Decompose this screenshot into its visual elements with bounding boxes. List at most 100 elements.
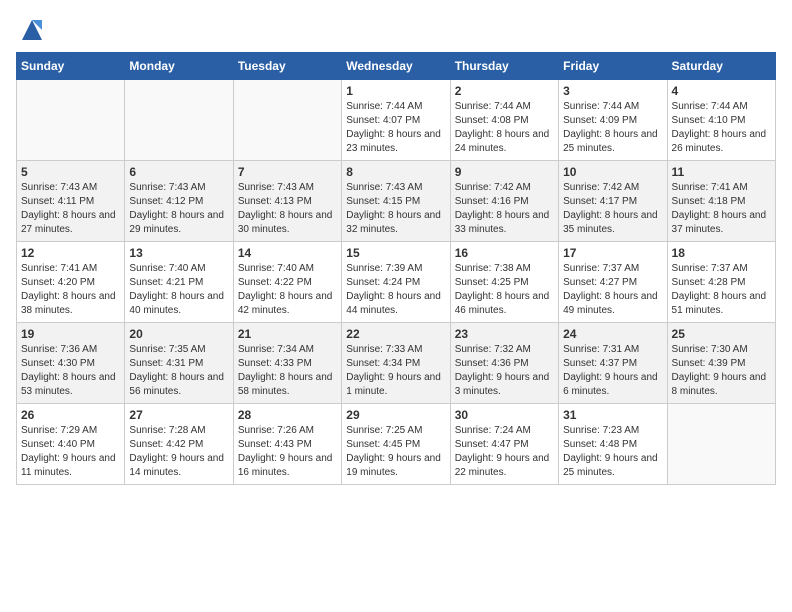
calendar-cell: 23 Sunrise: 7:32 AM Sunset: 4:36 PM Dayli… xyxy=(450,323,558,404)
calendar-cell: 5 Sunrise: 7:43 AM Sunset: 4:11 PM Daylig… xyxy=(17,161,125,242)
day-number: 5 xyxy=(21,165,120,179)
day-info: Sunrise: 7:31 AM Sunset: 4:37 PM Dayligh… xyxy=(563,343,662,399)
weekday-header-wednesday: Wednesday xyxy=(342,53,450,80)
day-number: 26 xyxy=(21,408,120,422)
weekday-header-tuesday: Tuesday xyxy=(233,53,341,80)
day-number: 7 xyxy=(238,165,337,179)
calendar-cell: 21 Sunrise: 7:34 AM Sunset: 4:33 PM Dayli… xyxy=(233,323,341,404)
calendar-cell: 20 Sunrise: 7:35 AM Sunset: 4:31 PM Dayli… xyxy=(125,323,233,404)
calendar-cell: 26 Sunrise: 7:29 AM Sunset: 4:40 PM Dayli… xyxy=(17,404,125,485)
calendar-cell: 9 Sunrise: 7:42 AM Sunset: 4:16 PM Daylig… xyxy=(450,161,558,242)
calendar-cell: 2Sunrise: 7:44 AM Sunset: 4:08 PM Daylig… xyxy=(450,80,558,161)
day-info: Sunrise: 7:37 AM Sunset: 4:28 PM Dayligh… xyxy=(672,262,771,318)
week-row-4: 19Sunrise: 7:36 AM Sunset: 4:30 PM Dayli… xyxy=(17,323,776,404)
day-number: 10 xyxy=(563,165,662,179)
day-info: Sunrise: 7:44 AM Sunset: 4:10 PM Dayligh… xyxy=(672,100,771,156)
calendar-cell xyxy=(125,80,233,161)
day-number: 6 xyxy=(129,165,228,179)
day-info: Sunrise: 7:38 AM Sunset: 4:25 PM Dayligh… xyxy=(455,262,554,318)
day-info: Sunrise: 7:43 AM Sunset: 4:11 PM Dayligh… xyxy=(21,181,120,237)
day-number: 15 xyxy=(346,246,445,260)
day-info: Sunrise: 7:24 AM Sunset: 4:47 PM Dayligh… xyxy=(455,424,554,480)
calendar-cell: 6 Sunrise: 7:43 AM Sunset: 4:12 PM Daylig… xyxy=(125,161,233,242)
page-header xyxy=(16,16,776,44)
weekday-header-sunday: Sunday xyxy=(17,53,125,80)
day-number: 11 xyxy=(672,165,771,179)
calendar-cell: 8 Sunrise: 7:43 AM Sunset: 4:15 PM Daylig… xyxy=(342,161,450,242)
week-row-5: 26 Sunrise: 7:29 AM Sunset: 4:40 PM Dayli… xyxy=(17,404,776,485)
day-info: Sunrise: 7:32 AM Sunset: 4:36 PM Dayligh… xyxy=(455,343,554,399)
week-row-2: 5 Sunrise: 7:43 AM Sunset: 4:11 PM Daylig… xyxy=(17,161,776,242)
day-info: Sunrise: 7:34 AM Sunset: 4:33 PM Dayligh… xyxy=(238,343,337,399)
day-info: Sunrise: 7:40 AM Sunset: 4:22 PM Dayligh… xyxy=(238,262,337,318)
calendar-cell xyxy=(17,80,125,161)
day-info: Sunrise: 7:36 AM Sunset: 4:30 PM Dayligh… xyxy=(21,343,120,399)
calendar-cell: 28Sunrise: 7:26 AM Sunset: 4:43 PM Dayli… xyxy=(233,404,341,485)
calendar-cell: 25Sunrise: 7:30 AM Sunset: 4:39 PM Dayli… xyxy=(667,323,775,404)
day-info: Sunrise: 7:40 AM Sunset: 4:21 PM Dayligh… xyxy=(129,262,228,318)
day-number: 30 xyxy=(455,408,554,422)
calendar-cell: 7 Sunrise: 7:43 AM Sunset: 4:13 PM Daylig… xyxy=(233,161,341,242)
day-number: 24 xyxy=(563,327,662,341)
day-info: Sunrise: 7:35 AM Sunset: 4:31 PM Dayligh… xyxy=(129,343,228,399)
day-number: 13 xyxy=(129,246,228,260)
day-number: 17 xyxy=(563,246,662,260)
day-info: Sunrise: 7:28 AM Sunset: 4:42 PM Dayligh… xyxy=(129,424,228,480)
day-number: 23 xyxy=(455,327,554,341)
calendar-cell: 31Sunrise: 7:23 AM Sunset: 4:48 PM Dayli… xyxy=(559,404,667,485)
day-number: 22 xyxy=(346,327,445,341)
calendar-cell: 16 Sunrise: 7:38 AM Sunset: 4:25 PM Dayli… xyxy=(450,242,558,323)
calendar-cell: 1Sunrise: 7:44 AM Sunset: 4:07 PM Daylig… xyxy=(342,80,450,161)
calendar-cell: 14Sunrise: 7:40 AM Sunset: 4:22 PM Dayli… xyxy=(233,242,341,323)
day-info: Sunrise: 7:43 AM Sunset: 4:12 PM Dayligh… xyxy=(129,181,228,237)
calendar-cell: 17 Sunrise: 7:37 AM Sunset: 4:27 PM Dayli… xyxy=(559,242,667,323)
day-info: Sunrise: 7:30 AM Sunset: 4:39 PM Dayligh… xyxy=(672,343,771,399)
calendar-table: SundayMondayTuesdayWednesdayThursdayFrid… xyxy=(16,52,776,485)
day-info: Sunrise: 7:23 AM Sunset: 4:48 PM Dayligh… xyxy=(563,424,662,480)
day-number: 20 xyxy=(129,327,228,341)
day-info: Sunrise: 7:43 AM Sunset: 4:13 PM Dayligh… xyxy=(238,181,337,237)
day-number: 29 xyxy=(346,408,445,422)
weekday-header-monday: Monday xyxy=(125,53,233,80)
calendar-cell: 3 Sunrise: 7:44 AM Sunset: 4:09 PM Daylig… xyxy=(559,80,667,161)
weekday-header-thursday: Thursday xyxy=(450,53,558,80)
day-number: 27 xyxy=(129,408,228,422)
calendar-cell: 24 Sunrise: 7:31 AM Sunset: 4:37 PM Dayli… xyxy=(559,323,667,404)
day-number: 18 xyxy=(672,246,771,260)
weekday-header-friday: Friday xyxy=(559,53,667,80)
calendar-cell: 12 Sunrise: 7:41 AM Sunset: 4:20 PM Dayli… xyxy=(17,242,125,323)
day-info: Sunrise: 7:42 AM Sunset: 4:17 PM Dayligh… xyxy=(563,181,662,237)
day-info: Sunrise: 7:41 AM Sunset: 4:20 PM Dayligh… xyxy=(21,262,120,318)
day-number: 21 xyxy=(238,327,337,341)
calendar-cell: 29 Sunrise: 7:25 AM Sunset: 4:45 PM Dayli… xyxy=(342,404,450,485)
day-info: Sunrise: 7:29 AM Sunset: 4:40 PM Dayligh… xyxy=(21,424,120,480)
calendar-cell: 4 Sunrise: 7:44 AM Sunset: 4:10 PM Daylig… xyxy=(667,80,775,161)
day-number: 9 xyxy=(455,165,554,179)
week-row-3: 12 Sunrise: 7:41 AM Sunset: 4:20 PM Dayli… xyxy=(17,242,776,323)
logo-icon xyxy=(18,16,46,44)
day-number: 8 xyxy=(346,165,445,179)
day-info: Sunrise: 7:33 AM Sunset: 4:34 PM Dayligh… xyxy=(346,343,445,399)
day-number: 4 xyxy=(672,84,771,98)
day-number: 3 xyxy=(563,84,662,98)
day-number: 1 xyxy=(346,84,445,98)
calendar-cell: 10 Sunrise: 7:42 AM Sunset: 4:17 PM Dayli… xyxy=(559,161,667,242)
logo xyxy=(16,16,46,44)
day-info: Sunrise: 7:25 AM Sunset: 4:45 PM Dayligh… xyxy=(346,424,445,480)
day-number: 16 xyxy=(455,246,554,260)
weekday-header-row: SundayMondayTuesdayWednesdayThursdayFrid… xyxy=(17,53,776,80)
calendar-cell: 18 Sunrise: 7:37 AM Sunset: 4:28 PM Dayli… xyxy=(667,242,775,323)
day-number: 12 xyxy=(21,246,120,260)
calendar-cell: 27 Sunrise: 7:28 AM Sunset: 4:42 PM Dayli… xyxy=(125,404,233,485)
day-info: Sunrise: 7:37 AM Sunset: 4:27 PM Dayligh… xyxy=(563,262,662,318)
day-info: Sunrise: 7:43 AM Sunset: 4:15 PM Dayligh… xyxy=(346,181,445,237)
day-info: Sunrise: 7:41 AM Sunset: 4:18 PM Dayligh… xyxy=(672,181,771,237)
weekday-header-saturday: Saturday xyxy=(667,53,775,80)
day-info: Sunrise: 7:44 AM Sunset: 4:08 PM Dayligh… xyxy=(455,100,554,156)
day-info: Sunrise: 7:42 AM Sunset: 4:16 PM Dayligh… xyxy=(455,181,554,237)
day-info: Sunrise: 7:44 AM Sunset: 4:09 PM Dayligh… xyxy=(563,100,662,156)
calendar-cell: 13 Sunrise: 7:40 AM Sunset: 4:21 PM Dayli… xyxy=(125,242,233,323)
calendar-cell xyxy=(667,404,775,485)
day-info: Sunrise: 7:26 AM Sunset: 4:43 PM Dayligh… xyxy=(238,424,337,480)
calendar-cell: 22 Sunrise: 7:33 AM Sunset: 4:34 PM Dayli… xyxy=(342,323,450,404)
